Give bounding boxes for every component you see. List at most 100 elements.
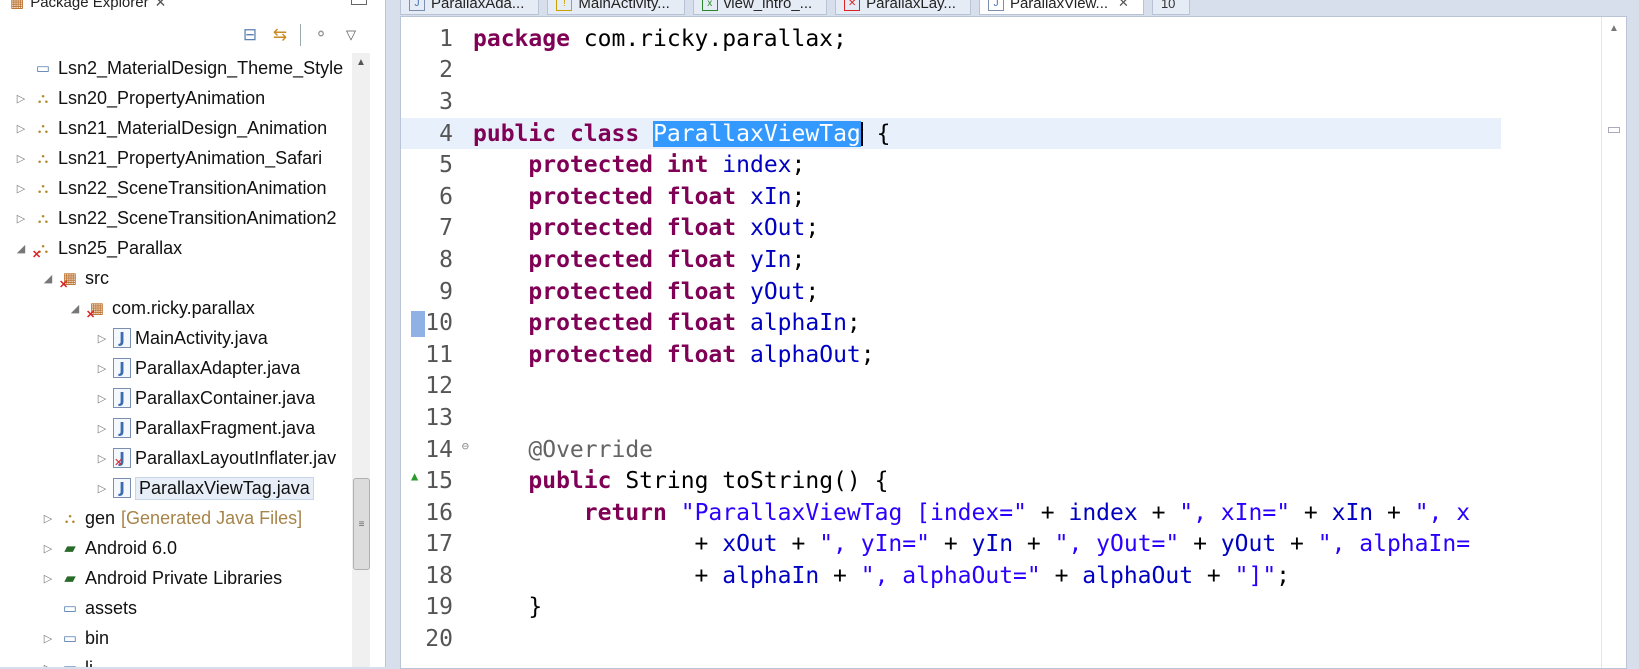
line-number-text: 4 xyxy=(439,120,453,147)
code-line[interactable]: 19 } xyxy=(401,592,1501,624)
tree-item[interactable]: ▷ ⛬ Lsn20_PropertyAnimation xyxy=(0,83,372,113)
collapse-all-icon[interactable]: ⊟ xyxy=(240,25,260,45)
tree-item-label: Lsn22_SceneTransitionAnimation2 xyxy=(58,207,337,228)
code-token: protected xyxy=(528,310,654,337)
code-line[interactable]: 14 ⊖ @Override xyxy=(401,434,1501,466)
scrollbar-thumb[interactable]: ≡ xyxy=(353,478,370,570)
editor-tab-bar: J ParallaxAda... ! MainActivity... x view_int… xyxy=(400,0,1198,16)
collapsed-arrow-icon[interactable]: ▷ xyxy=(41,572,55,585)
code-line[interactable]: 15 ▲ public String toString() { xyxy=(401,465,1501,497)
code-line[interactable]: 16 return "ParallaxViewTag [index=" + in… xyxy=(401,497,1501,529)
code-line[interactable]: 13 xyxy=(401,402,1501,434)
tree-item[interactable]: ▷ ⛬ Lsn22_SceneTransitionAnimation2 xyxy=(0,203,372,233)
editor-tab[interactable]: J ParallaxAda... xyxy=(400,0,540,15)
tree-item[interactable]: ▷ J ParallaxViewTag.java xyxy=(0,473,372,503)
expanded-arrow-icon[interactable]: ◢ xyxy=(14,242,28,255)
code-token: + xyxy=(1276,531,1318,558)
code-line[interactable]: 20 xyxy=(401,623,1501,655)
explorer-scrollbar[interactable]: ▲ ≡ xyxy=(352,53,370,667)
tree-item[interactable]: ▷ ▰ Android Private Libraries xyxy=(0,563,372,593)
tree-item[interactable]: ◢ ⛬Lsn25_Parallax xyxy=(0,233,372,263)
package-explorer-tab[interactable]: ▦ Package Explorer ✕ xyxy=(0,0,176,12)
collapsed-arrow-icon[interactable]: ▷ xyxy=(14,182,28,195)
code-token: alphaOut xyxy=(749,341,861,368)
file-type-icon: ✕ xyxy=(844,0,861,11)
line-number: 13 xyxy=(401,405,473,431)
tree-item-label: ParallaxFragment.java xyxy=(135,417,316,438)
code-line[interactable]: 10 protected float alphaIn; xyxy=(401,307,1501,339)
collapsed-arrow-icon[interactable]: ▷ xyxy=(95,452,109,465)
collapsed-arrow-icon[interactable]: ▷ xyxy=(14,152,28,165)
code-line[interactable]: 3 xyxy=(401,86,1501,118)
editor-tab[interactable]: J ParallaxView... ✕ xyxy=(978,0,1144,15)
tree-item[interactable]: ▷ ▭ bin xyxy=(0,623,372,653)
code-line[interactable]: 18 + alphaIn + ", alphaOut=" + alphaOut … xyxy=(401,560,1501,592)
line-number: 20 xyxy=(401,626,473,652)
tree-item[interactable]: ◢ ▦com.ricky.parallax xyxy=(0,293,372,323)
editor-tab[interactable]: ! MainActivity... xyxy=(547,0,685,15)
collapsed-arrow-icon[interactable]: ▷ xyxy=(41,542,55,555)
collapsed-arrow-icon[interactable]: ▷ xyxy=(95,392,109,405)
code-line[interactable]: 11 protected float alphaOut; xyxy=(401,339,1501,371)
link-with-editor-icon[interactable]: ⇆ xyxy=(270,25,290,45)
tree-item[interactable]: ▷ ▭ li xyxy=(0,653,372,668)
expanded-arrow-icon[interactable]: ◢ xyxy=(68,302,82,315)
tree-item[interactable]: ▷ ⛬ Lsn21_PropertyAnimation_Safari xyxy=(0,143,372,173)
collapsed-arrow-icon[interactable]: ▷ xyxy=(14,212,28,225)
tree-item[interactable]: ▷ JParallaxLayoutInflater.jav xyxy=(0,443,372,473)
code-token: ; xyxy=(1276,562,1291,589)
tree-item[interactable]: ▷ ▰ Android 6.0 xyxy=(0,533,372,563)
code-editor[interactable]: 1 package com.ricky.parallax; 2 3 4 public cl… xyxy=(400,16,1627,669)
code-token: + xyxy=(1013,531,1055,558)
collapsed-arrow-icon[interactable]: ▷ xyxy=(95,482,109,495)
code-line[interactable]: 7 protected float xOut; xyxy=(401,213,1501,245)
code-line[interactable]: 1 package com.ricky.parallax; xyxy=(401,23,1501,55)
editor-scrollbar[interactable]: ▲ xyxy=(1601,17,1626,668)
collapsed-arrow-icon[interactable]: ▷ xyxy=(95,422,109,435)
code-line[interactable]: 4 public class ParallaxViewTag { xyxy=(401,117,1501,150)
tree-item[interactable]: ▷ ⛬ Lsn21_MaterialDesign_Animation xyxy=(0,113,372,143)
fold-toggle-icon[interactable]: ⊖ xyxy=(462,439,469,453)
code-token: protected xyxy=(528,183,654,210)
collapsed-arrow-icon[interactable]: ▷ xyxy=(95,362,109,375)
code-line[interactable]: 17 + xOut + ", yIn=" + yIn + ", yOut=" +… xyxy=(401,529,1501,561)
tree-item[interactable]: ▷ J ParallaxFragment.java xyxy=(0,413,372,443)
project-tree: ▭ Lsn2_MaterialDesign_Theme_Style ▷ ⛬ Lsn20_… xyxy=(0,53,372,668)
line-number-text: 6 xyxy=(439,183,453,210)
scroll-up-icon[interactable]: ▲ xyxy=(356,57,366,68)
minimize-icon[interactable] xyxy=(351,0,367,5)
collapsed-arrow-icon[interactable]: ▷ xyxy=(14,122,28,135)
code-token: ", yIn=" xyxy=(819,531,930,558)
tree-item[interactable]: ▷ J MainActivity.java xyxy=(0,323,372,353)
collapsed-arrow-icon[interactable]: ▷ xyxy=(14,92,28,105)
code-line[interactable]: 12 xyxy=(401,371,1501,403)
collapsed-arrow-icon[interactable]: ▷ xyxy=(41,662,55,668)
editor-tab[interactable]: ✕ ParallaxLay... xyxy=(835,0,971,15)
close-icon[interactable]: ✕ xyxy=(1118,0,1129,11)
tree-item[interactable]: ▷ ⛬ gen [Generated Java Files] xyxy=(0,503,372,533)
code-line[interactable]: 9 protected float yOut; xyxy=(401,276,1501,308)
tab-overflow-button[interactable]: 10 xyxy=(1151,0,1191,15)
code-line[interactable]: 2 xyxy=(401,55,1501,87)
tree-item[interactable]: ◢ ▦src xyxy=(0,263,372,293)
code-line[interactable]: 8 protected float yIn; xyxy=(401,244,1501,276)
tree-item[interactable]: ▭ assets xyxy=(0,593,372,623)
tree-item[interactable]: ▭ Lsn2_MaterialDesign_Theme_Style xyxy=(0,53,372,83)
line-number: 2 xyxy=(401,57,473,83)
package-explorer-panel: ▦ Package Explorer ✕ ⊟ ⇆ ⚬ ▽ ▭ Lsn2_Mater… xyxy=(0,0,386,667)
collapsed-arrow-icon[interactable]: ▷ xyxy=(95,332,109,345)
close-icon[interactable]: ✕ xyxy=(155,0,167,11)
code-line[interactable]: 6 protected float xIn; xyxy=(401,181,1501,213)
tree-item[interactable]: ▷ J ParallaxContainer.java xyxy=(0,383,372,413)
tree-item[interactable]: ▷ ⛬ Lsn22_SceneTransitionAnimation xyxy=(0,173,372,203)
scroll-up-icon[interactable]: ▲ xyxy=(1609,23,1619,34)
collapsed-arrow-icon[interactable]: ▷ xyxy=(41,512,55,525)
collapsed-arrow-icon[interactable]: ▷ xyxy=(41,632,55,645)
code-line[interactable]: 5 protected int index; xyxy=(401,149,1501,181)
tree-item[interactable]: ▷ J ParallaxAdapter.java xyxy=(0,353,372,383)
editor-tab[interactable]: x view_intro_... xyxy=(692,0,828,15)
view-menu-icon[interactable]: ▽ xyxy=(341,25,361,45)
expanded-arrow-icon[interactable]: ◢ xyxy=(41,272,55,285)
focus-icon[interactable]: ⚬ xyxy=(311,25,331,45)
